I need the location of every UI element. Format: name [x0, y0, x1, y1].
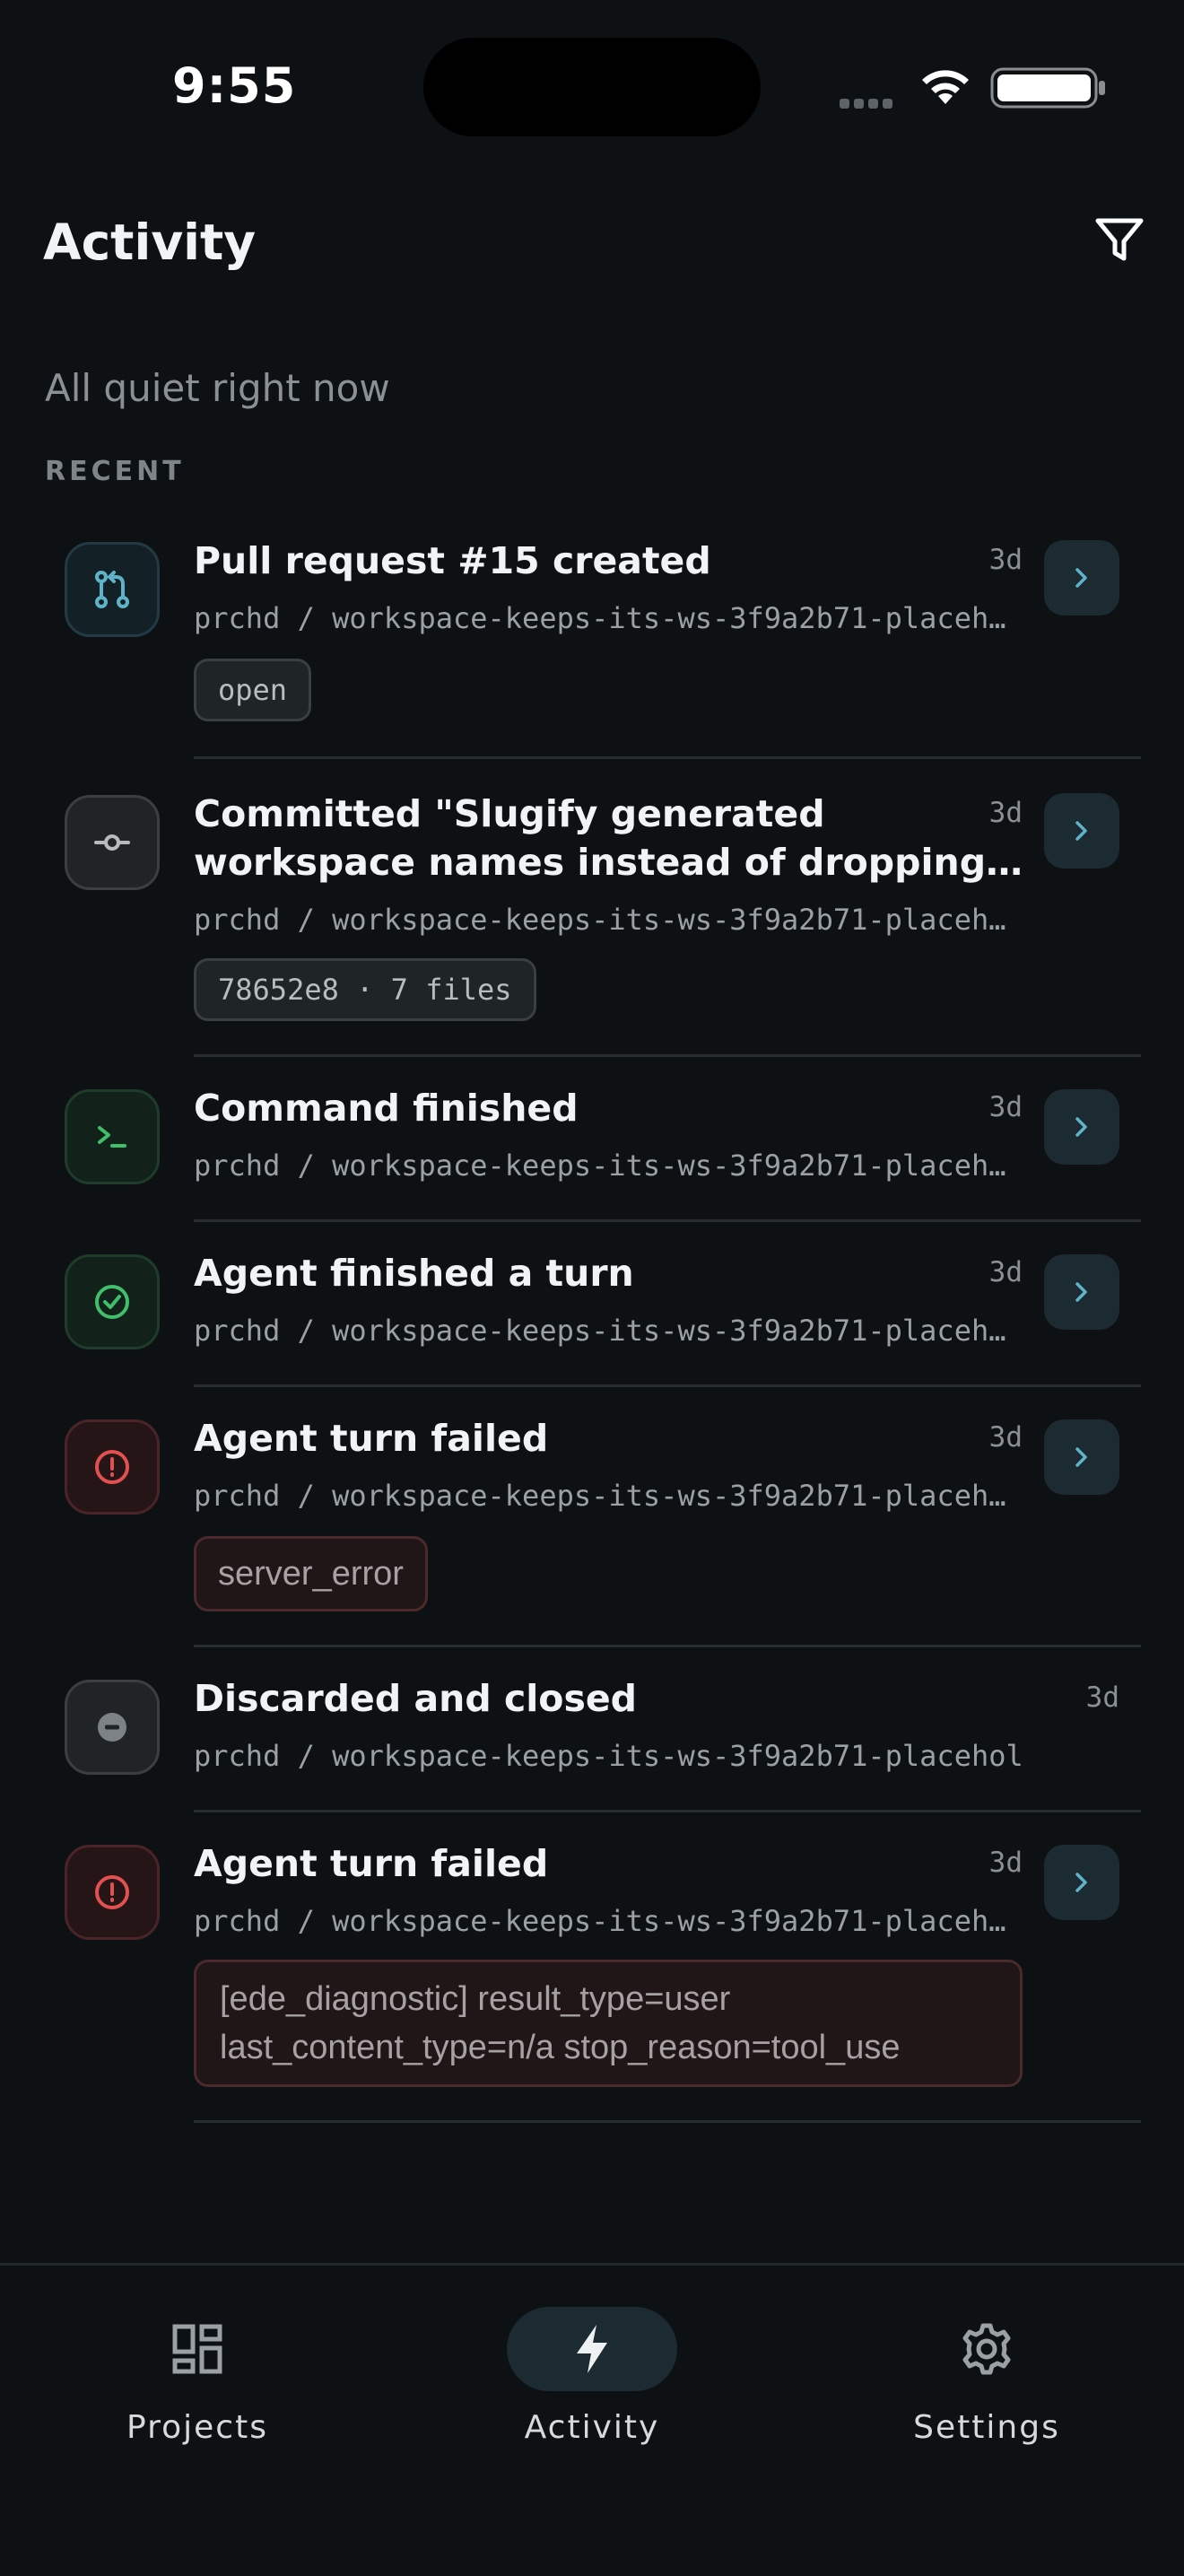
tab-label: Settings	[913, 2409, 1060, 2446]
activity-age: 3d	[988, 1091, 1023, 1123]
open-item-button[interactable]	[1044, 793, 1119, 869]
activity-subtitle: prchd / workspace-keeps-its-ws-3f9a2b71-…	[194, 1479, 1010, 1513]
activity-title: Agent turn failed	[194, 1842, 549, 1885]
cellular-signal-icon	[840, 95, 897, 112]
status-badge: open	[194, 659, 312, 721]
check-circle-icon	[65, 1254, 160, 1349]
activity-item[interactable]: Pull request #15 created 3d prchd / work…	[0, 502, 1184, 759]
activity-subtitle: prchd / workspace-keeps-its-ws-3f9a2b71-…	[194, 1904, 1010, 1938]
chevron-right-icon	[1075, 1282, 1087, 1302]
page-title: Activity	[43, 214, 257, 271]
open-item-button[interactable]	[1044, 1419, 1119, 1495]
commit-icon	[65, 795, 160, 890]
activity-age: 3d	[988, 1421, 1023, 1454]
grid-icon	[172, 2324, 222, 2374]
tab-activity[interactable]: Activity	[457, 2307, 727, 2446]
activity-feed: Pull request #15 created 3d prchd / work…	[0, 502, 1184, 2123]
activity-item[interactable]: Agent turn failed 3d prchd / workspace-k…	[0, 1385, 1184, 1647]
alert-circle-icon	[65, 1845, 160, 1940]
battery-icon	[990, 67, 1105, 109]
open-item-button[interactable]	[1044, 540, 1119, 616]
minus-circle-icon	[65, 1680, 160, 1775]
chevron-right-icon	[1075, 1873, 1087, 1892]
open-item-button[interactable]	[1044, 1254, 1119, 1330]
commit-badge: 78652e8 · 7 files	[194, 958, 536, 1021]
activity-title: Agent turn failed	[194, 1417, 549, 1460]
status-bar: 9:55	[0, 0, 1184, 179]
activity-title: Pull request #15 created	[194, 539, 711, 582]
terminal-icon	[65, 1089, 160, 1184]
chevron-right-icon	[1075, 821, 1087, 841]
error-detail: [ede_diagnostic] result_type=user last_c…	[194, 1960, 1023, 2087]
activity-title: Command finished	[194, 1087, 579, 1130]
chevron-right-icon	[1075, 1447, 1087, 1467]
activity-age: 3d	[988, 1256, 1023, 1288]
activity-item[interactable]: Agent finished a turn 3d prchd / workspa…	[0, 1220, 1184, 1387]
activity-subtitle: prchd / workspace-keeps-its-ws-3f9a2b71-…	[194, 1148, 1010, 1183]
activity-item[interactable]: Committed "Slugify generated workspace n…	[0, 757, 1184, 1057]
activity-subtitle: prchd / workspace-keeps-its-ws-3f9a2b71-…	[194, 903, 1010, 937]
tab-label: Projects	[126, 2409, 268, 2446]
error-badge: server_error	[194, 1536, 428, 1611]
tab-bar: Projects Activity Settings	[0, 2263, 1184, 2576]
activity-age: 3d	[1085, 1681, 1119, 1714]
dynamic-island	[423, 38, 761, 136]
pull-request-icon	[65, 542, 160, 637]
chevron-right-icon	[1075, 1117, 1087, 1137]
gear-icon	[962, 2323, 1011, 2375]
activity-title: Committed "Slugify generated workspace n…	[194, 792, 1023, 884]
bolt-icon	[577, 2325, 607, 2373]
activity-item[interactable]: Discarded and closed 3d prchd / workspac…	[0, 1646, 1184, 1812]
activity-age: 3d	[988, 1847, 1023, 1879]
tab-settings[interactable]: Settings	[852, 2307, 1121, 2446]
open-item-button[interactable]	[1044, 1845, 1119, 1920]
activity-subtitle: prchd / workspace-keeps-its-ws-3f9a2b71-…	[194, 601, 1010, 635]
chevron-right-icon	[1075, 568, 1087, 588]
tab-label: Activity	[524, 2409, 660, 2446]
activity-title: Discarded and closed	[194, 1677, 638, 1720]
wifi-icon	[922, 70, 969, 104]
activity-item[interactable]: Command finished 3d prchd / workspace-ke…	[0, 1055, 1184, 1222]
activity-item[interactable]: Agent turn failed 3d prchd / workspace-k…	[0, 1811, 1184, 2123]
activity-title: Agent finished a turn	[194, 1252, 634, 1295]
status-time: 9:55	[172, 57, 297, 114]
activity-age: 3d	[988, 797, 1023, 829]
filter-icon[interactable]	[1091, 212, 1148, 269]
tab-projects[interactable]: Projects	[63, 2307, 332, 2446]
section-label-recent: RECENT	[45, 456, 185, 487]
open-item-button[interactable]	[1044, 1089, 1119, 1165]
divider	[194, 2120, 1141, 2123]
alert-circle-icon	[65, 1419, 160, 1515]
activity-age: 3d	[988, 544, 1023, 576]
empty-state-text: All quiet right now	[45, 366, 390, 410]
activity-subtitle: prchd / workspace-keeps-its-ws-3f9a2b71-…	[194, 1739, 1023, 1773]
activity-subtitle: prchd / workspace-keeps-its-ws-3f9a2b71-…	[194, 1314, 1010, 1348]
